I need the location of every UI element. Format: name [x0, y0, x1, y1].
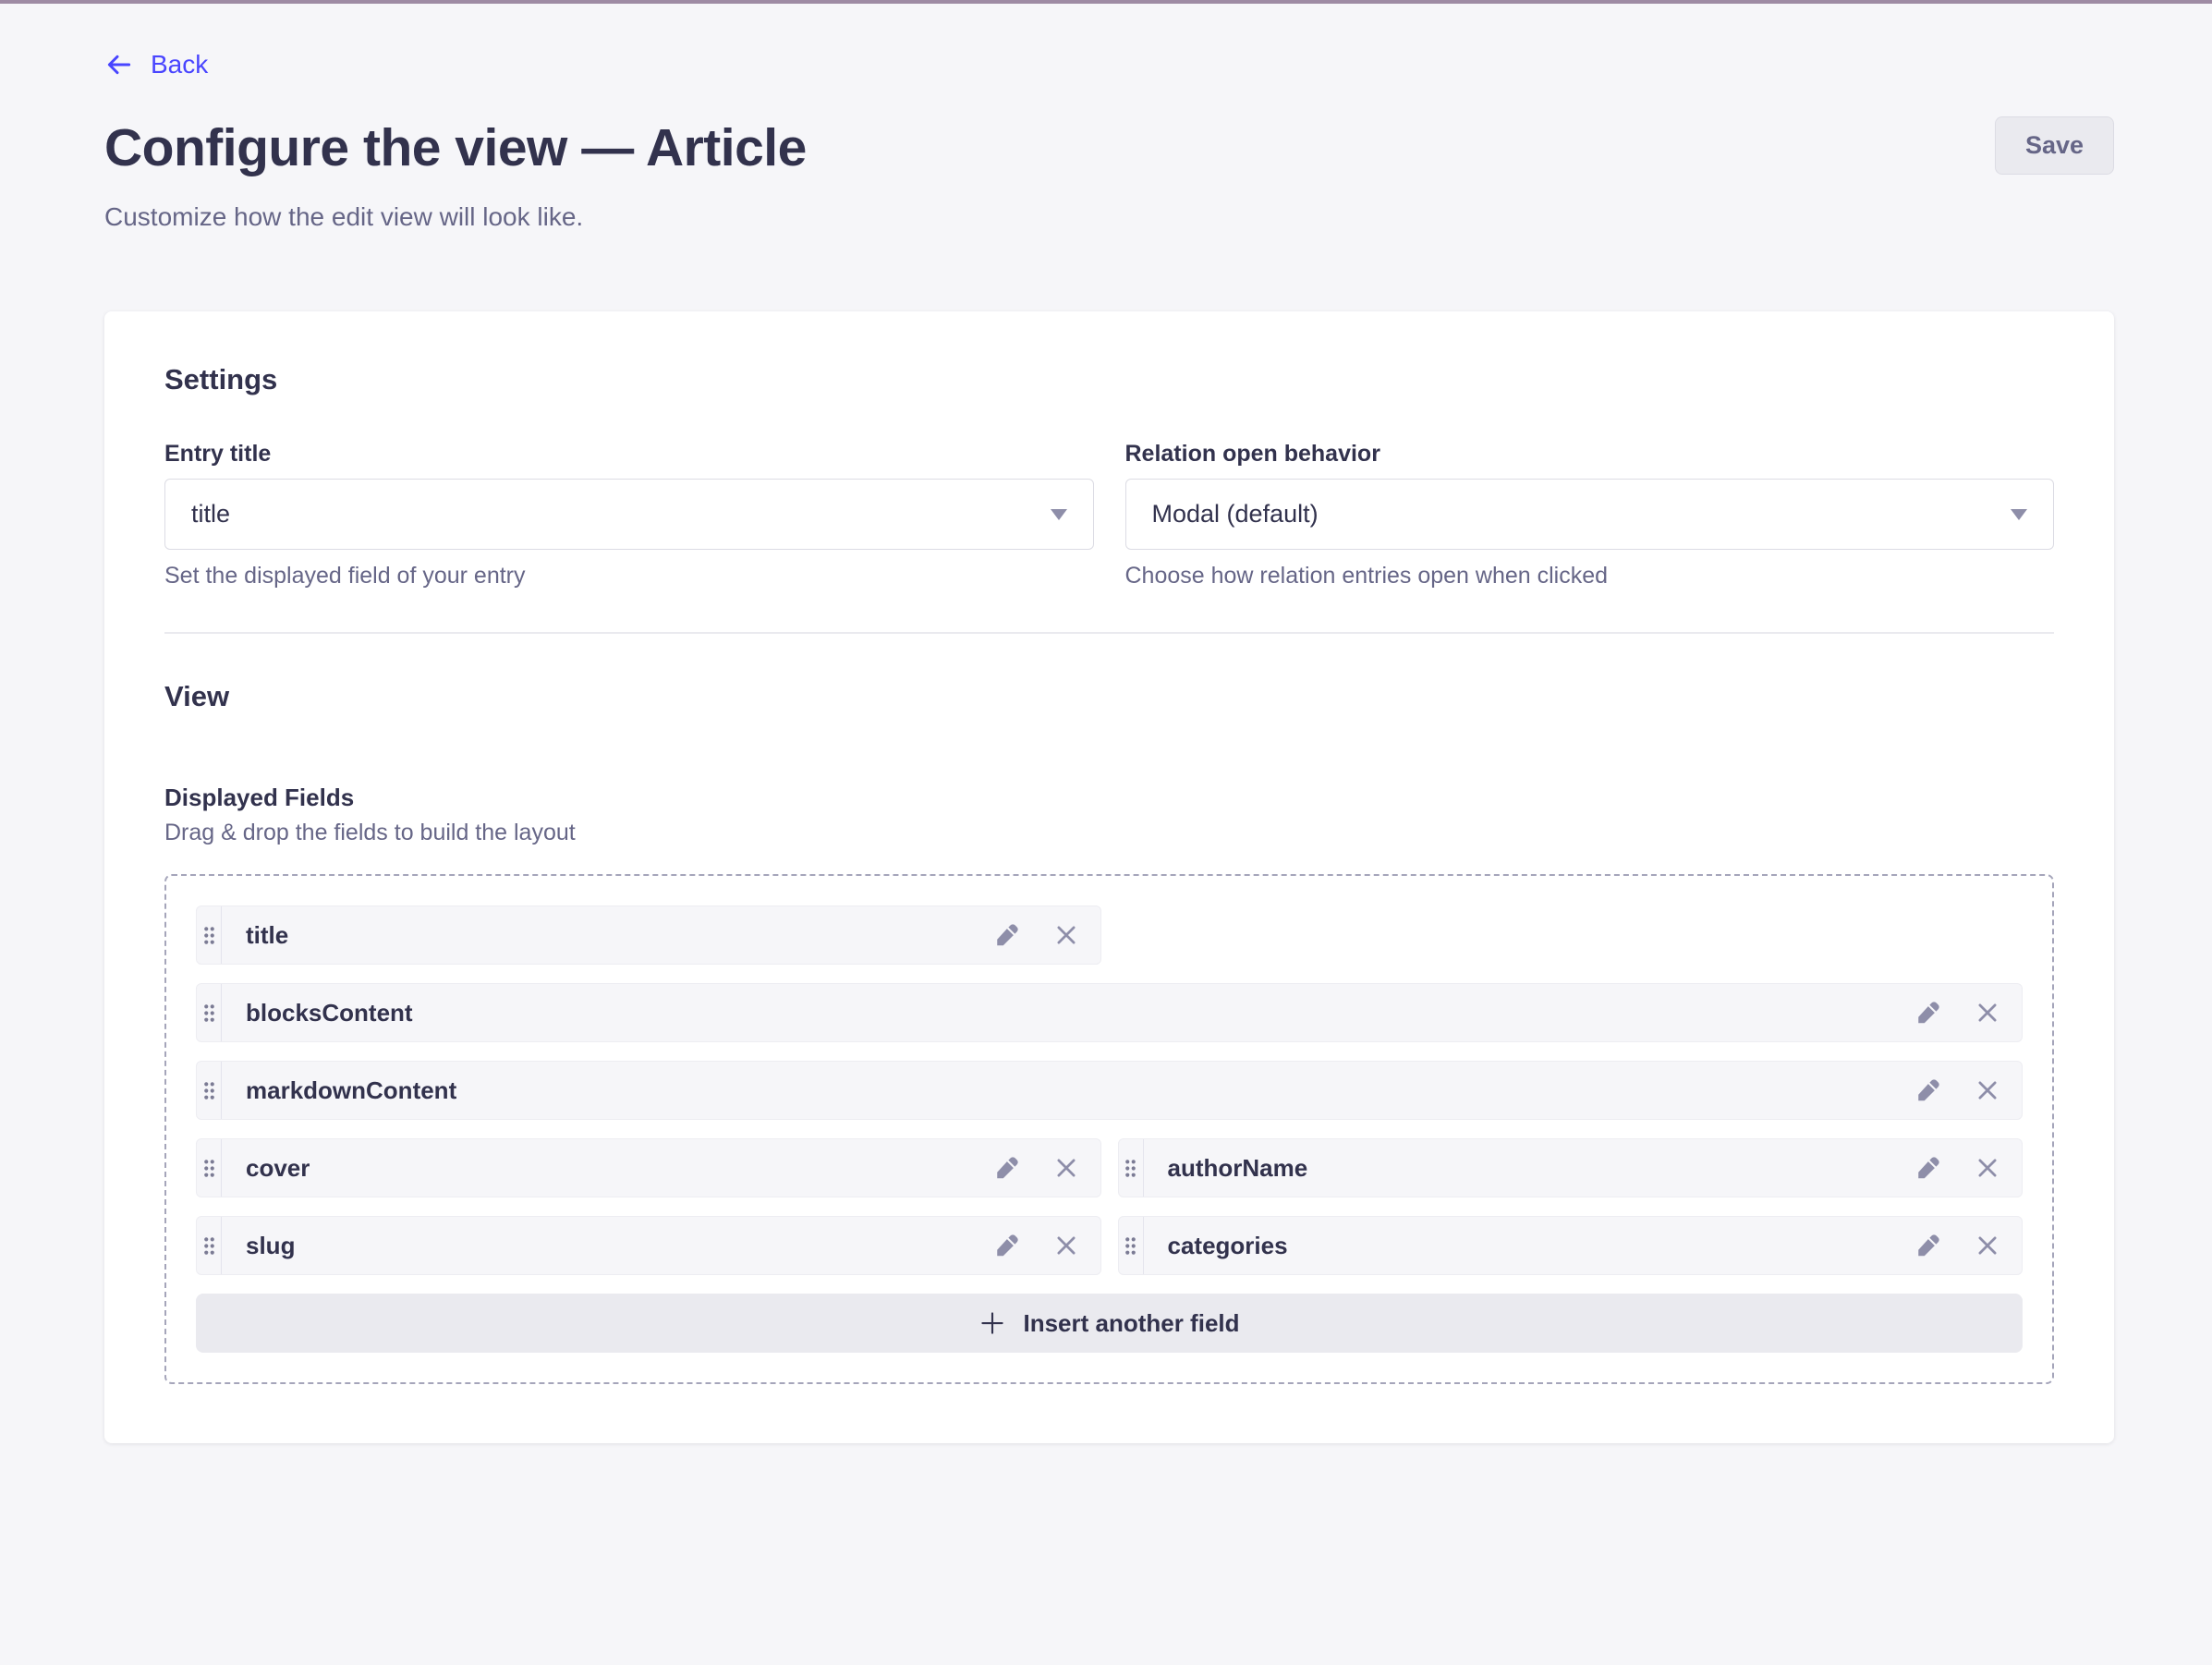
relation-behavior-select[interactable]: Modal (default)	[1125, 479, 2055, 550]
entry-title-value: title	[191, 500, 230, 529]
drag-dots-icon	[1124, 1159, 1136, 1178]
entry-title-select[interactable]: title	[164, 479, 1094, 550]
settings-card: Settings Entry title title Set the displ…	[104, 311, 2114, 1443]
drag-dots-icon	[203, 1081, 215, 1100]
remove-field-button[interactable]	[1974, 1154, 2001, 1182]
drag-handle[interactable]	[1119, 1217, 1144, 1274]
pencil-icon	[993, 1232, 1021, 1259]
field-name: categories	[1168, 1232, 1288, 1260]
edit-field-button[interactable]	[993, 921, 1021, 949]
insert-another-field-label: Insert another field	[1023, 1309, 1239, 1338]
field-row: title	[196, 905, 2023, 965]
close-icon	[1974, 999, 2001, 1027]
displayed-fields-hint: Drag & drop the fields to build the layo…	[164, 820, 2054, 846]
field-chip-markdownContent[interactable]: markdownContent	[196, 1061, 2023, 1120]
drag-dots-icon	[203, 926, 215, 945]
fields-dropzone: title	[164, 874, 2054, 1384]
drag-dots-icon	[203, 1236, 215, 1256]
field-name: authorName	[1168, 1154, 1308, 1183]
drag-handle[interactable]	[1119, 1139, 1144, 1197]
field-actions	[1914, 999, 2022, 1027]
drag-dots-icon	[203, 1003, 215, 1023]
close-icon	[1974, 1232, 2001, 1259]
entry-title-field: Entry title title Set the displayed fiel…	[164, 441, 1094, 589]
relation-behavior-field: Relation open behavior Modal (default) C…	[1125, 441, 2055, 589]
pencil-icon	[1914, 999, 1942, 1027]
field-chip-slug[interactable]: slug	[196, 1216, 1101, 1275]
close-icon	[1052, 921, 1080, 949]
drag-handle[interactable]	[197, 906, 222, 964]
insert-another-field-button[interactable]: Insert another field	[196, 1294, 2023, 1353]
field-name: slug	[246, 1232, 295, 1260]
field-chip-title[interactable]: title	[196, 905, 1101, 965]
back-link[interactable]: Back	[104, 50, 208, 79]
field-row: blocksContent	[196, 983, 2023, 1042]
save-button[interactable]: Save	[1995, 116, 2114, 175]
close-icon	[1974, 1154, 2001, 1182]
field-name: blocksContent	[246, 999, 413, 1027]
field-row: markdownContent	[196, 1061, 2023, 1120]
close-icon	[1052, 1232, 1080, 1259]
chevron-down-icon	[2011, 509, 2027, 520]
view-heading: View	[164, 680, 2054, 713]
field-name: title	[246, 921, 288, 950]
field-actions	[1914, 1232, 2022, 1259]
plus-icon	[978, 1309, 1006, 1337]
entry-title-hint: Set the displayed field of your entry	[164, 563, 1094, 589]
pencil-icon	[1914, 1076, 1942, 1104]
relation-behavior-value: Modal (default)	[1152, 500, 1319, 529]
remove-field-button[interactable]	[1052, 921, 1080, 949]
remove-field-button[interactable]	[1974, 999, 2001, 1027]
entry-title-label: Entry title	[164, 441, 1094, 468]
page-subtitle: Customize how the edit view will look li…	[104, 202, 2114, 232]
field-actions	[1914, 1154, 2022, 1182]
field-name: markdownContent	[246, 1076, 456, 1105]
edit-field-button[interactable]	[1914, 1076, 1942, 1104]
back-label: Back	[151, 50, 208, 79]
close-icon	[1974, 1076, 2001, 1104]
edit-field-button[interactable]	[993, 1232, 1021, 1259]
field-chip-categories[interactable]: categories	[1118, 1216, 2024, 1275]
page-title: Configure the view — Article	[104, 117, 2114, 178]
arrow-left-icon	[104, 50, 134, 79]
relation-behavior-hint: Choose how relation entries open when cl…	[1125, 563, 2055, 589]
field-name: cover	[246, 1154, 310, 1183]
section-divider	[164, 632, 2054, 634]
remove-field-button[interactable]	[1974, 1076, 2001, 1104]
field-chip-authorName[interactable]: authorName	[1118, 1138, 2024, 1197]
configure-view-page: Back Configure the view — Article Custom…	[0, 4, 2212, 1443]
close-icon	[1052, 1154, 1080, 1182]
remove-field-button[interactable]	[1052, 1154, 1080, 1182]
settings-fields: Entry title title Set the displayed fiel…	[164, 441, 2054, 589]
pencil-icon	[993, 1154, 1021, 1182]
edit-field-button[interactable]	[993, 1154, 1021, 1182]
drag-dots-icon	[203, 1159, 215, 1178]
remove-field-button[interactable]	[1974, 1232, 2001, 1259]
drag-handle[interactable]	[197, 1062, 222, 1119]
field-actions	[993, 1232, 1100, 1259]
pencil-icon	[1914, 1154, 1942, 1182]
field-row: cover	[196, 1138, 2023, 1197]
remove-field-button[interactable]	[1052, 1232, 1080, 1259]
field-row: slug	[196, 1216, 2023, 1275]
pencil-icon	[993, 921, 1021, 949]
drag-handle[interactable]	[197, 1139, 222, 1197]
edit-field-button[interactable]	[1914, 999, 1942, 1027]
chevron-down-icon	[1051, 509, 1067, 520]
field-chip-blocksContent[interactable]: blocksContent	[196, 983, 2023, 1042]
drag-handle[interactable]	[197, 1217, 222, 1274]
field-actions	[993, 921, 1100, 949]
edit-field-button[interactable]	[1914, 1154, 1942, 1182]
field-actions	[1914, 1076, 2022, 1104]
pencil-icon	[1914, 1232, 1942, 1259]
drag-dots-icon	[1124, 1236, 1136, 1256]
edit-field-button[interactable]	[1914, 1232, 1942, 1259]
field-chip-cover[interactable]: cover	[196, 1138, 1101, 1197]
drag-handle[interactable]	[197, 984, 222, 1041]
settings-heading: Settings	[164, 363, 2054, 396]
relation-behavior-label: Relation open behavior	[1125, 441, 2055, 468]
field-actions	[993, 1154, 1100, 1182]
displayed-fields-label: Displayed Fields	[164, 784, 2054, 812]
